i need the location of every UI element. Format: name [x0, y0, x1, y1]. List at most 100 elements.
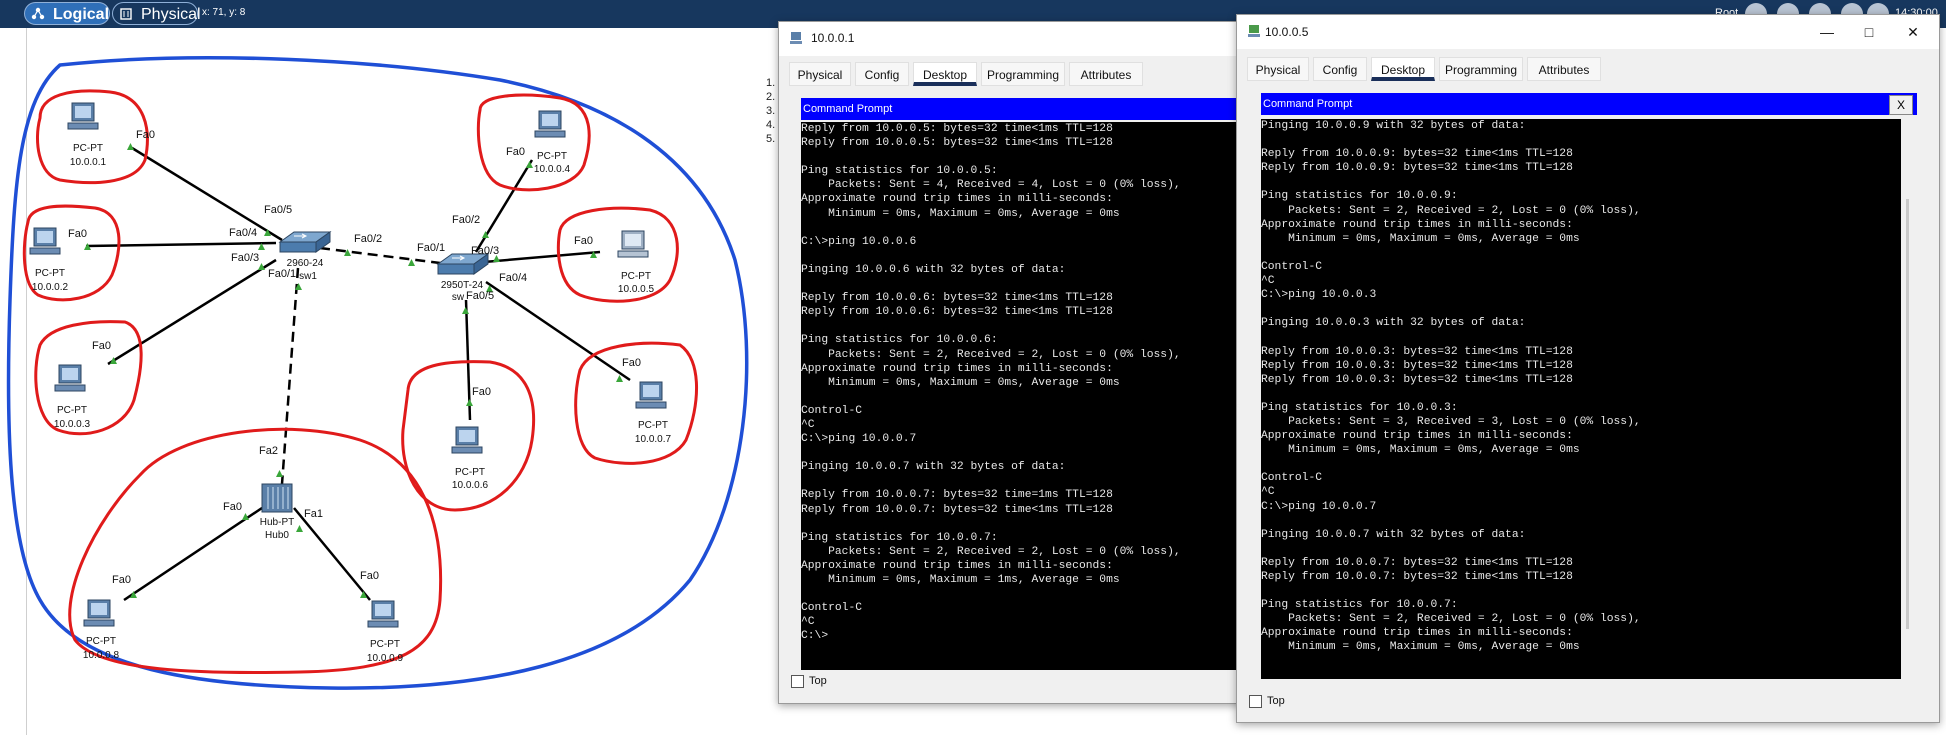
switch2-icon[interactable]	[436, 253, 490, 275]
command-prompt-title: Command Prompt	[803, 103, 893, 115]
hub-name: Hub0	[265, 530, 289, 541]
console-line: Reply from 10.0.0.5: bytes=32 time<1ms T…	[801, 137, 1113, 150]
command-prompt-header: Command Prompt	[1261, 93, 1917, 115]
pc9-type: PC-PT	[370, 639, 400, 650]
port-label: Fa0/1	[268, 268, 296, 280]
link-light	[466, 399, 473, 406]
port-label: Fa0	[360, 570, 379, 582]
port-label: Fa0	[574, 235, 593, 247]
pc-icon[interactable]	[67, 102, 99, 130]
console-output[interactable]: Reply from 10.0.0.5: bytes=32 time<1ms T…	[801, 122, 1243, 670]
tab-config[interactable]: Config	[855, 62, 909, 86]
pc2-type: PC-PT	[35, 268, 65, 279]
tab-programming[interactable]: Programming	[1439, 57, 1523, 81]
pc-icon[interactable]	[534, 110, 566, 138]
close-icon[interactable]: ✕	[1903, 23, 1923, 41]
tab-physical[interactable]: Physical	[789, 62, 851, 86]
checkbox-box[interactable]	[1249, 695, 1262, 708]
link-light	[616, 375, 623, 382]
pc1-ip: 10.0.0.1	[70, 157, 107, 168]
port-label: Fa2	[259, 445, 278, 457]
scrollbar-thumb[interactable]	[1906, 199, 1909, 629]
port-label: Fa0	[112, 574, 131, 586]
port-label: Fa0/3	[231, 252, 259, 264]
checkbox-box[interactable]	[791, 675, 804, 688]
pc-icon[interactable]	[451, 426, 483, 454]
link-light	[276, 470, 283, 477]
console-line: Reply from 10.0.0.7: bytes=32 time<1ms T…	[801, 503, 1113, 516]
tab-attributes[interactable]: Attributes	[1069, 62, 1143, 86]
pc-icon[interactable]	[367, 600, 399, 628]
maximize-icon[interactable]: □	[1859, 23, 1879, 41]
pc-icon[interactable]	[83, 599, 115, 627]
console-line: Approximate round trip times in milli-se…	[801, 193, 1113, 206]
console-output[interactable]: Pinging 10.0.0.9 with 32 bytes of data: R…	[1261, 119, 1901, 679]
console-line: Control-C	[1261, 260, 1323, 273]
highlight-hub-group	[68, 427, 443, 675]
tab-attributes[interactable]: Attributes	[1527, 57, 1601, 81]
console-line: Ping statistics for 10.0.0.7:	[1261, 599, 1458, 612]
tab-desktop[interactable]: Desktop	[1371, 57, 1435, 81]
tab-desktop[interactable]: Desktop	[913, 62, 977, 86]
pc-icon[interactable]	[635, 381, 667, 409]
pc6-type: PC-PT	[455, 467, 485, 478]
console-line: Minimum = 0ms, Maximum = 0ms, Average = …	[1261, 641, 1580, 654]
tab-config[interactable]: Config	[1313, 57, 1367, 81]
console-line: C:\>ping 10.0.0.6	[801, 235, 917, 248]
pc-icon[interactable]	[54, 364, 86, 392]
console-line: Reply from 10.0.0.6: bytes=32 time<1ms T…	[801, 292, 1113, 305]
top-checkbox[interactable]: Top	[1249, 695, 1309, 709]
console-scrollbar[interactable]	[1901, 119, 1915, 679]
console-line: Control-C	[801, 404, 863, 417]
console-line: ^C	[1261, 275, 1275, 288]
highlight-pc4	[476, 93, 591, 192]
port-label: Fa0/5	[466, 290, 494, 302]
links	[85, 146, 631, 602]
link-light	[296, 525, 303, 532]
tab-programming[interactable]: Programming	[981, 62, 1065, 86]
window-titlebar[interactable]: 10.0.0.1	[779, 22, 1243, 56]
close-command-prompt-button[interactable]: X	[1889, 95, 1913, 115]
pc1-type: PC-PT	[73, 143, 103, 154]
minimize-icon[interactable]: —	[1817, 23, 1837, 41]
port-label: Fa0/2	[452, 214, 480, 226]
top-checkbox[interactable]: Top	[791, 675, 851, 689]
port-label: Fa1	[304, 508, 323, 520]
link-pc4-sw2	[474, 159, 534, 253]
link-pc2-sw1	[85, 241, 277, 248]
pc-icon[interactable]	[29, 227, 61, 255]
console-line: Minimum = 0ms, Maximum = 1ms, Average = …	[801, 574, 1120, 586]
console-line: Reply from 10.0.0.3: bytes=32 time<1ms T…	[1261, 345, 1573, 358]
tab-physical[interactable]: Physical	[1247, 57, 1309, 81]
console-line: ^C	[1261, 486, 1275, 499]
console-line: Packets: Sent = 2, Received = 2, Lost = …	[801, 545, 1181, 558]
pc-window-10-0-0-1[interactable]: 10.0.0.1 Physical Config Desktop Program…	[778, 21, 1244, 704]
port-label: Fa0/3	[471, 245, 499, 257]
link-pc5-sw2	[483, 250, 601, 264]
port-label: Fa0/2	[354, 233, 382, 245]
hub-icon[interactable]	[261, 483, 293, 513]
console-line: Packets: Sent = 4, Received = 4, Lost = …	[801, 179, 1181, 192]
pc-icon	[1248, 25, 1260, 37]
window-titlebar[interactable]: 10.0.0.5 — □ ✕	[1237, 15, 1939, 49]
switch2-name: sw	[452, 292, 465, 303]
console-line: Minimum = 0ms, Maximum = 0ms, Average = …	[801, 207, 1120, 220]
pc-window-10-0-0-5[interactable]: 10.0.0.5 — □ ✕ Physical Config Desktop P…	[1236, 14, 1940, 723]
pc-icon[interactable]	[617, 230, 649, 258]
list-item: 1.	[766, 77, 776, 89]
port-label: Fa0/4	[499, 272, 527, 284]
port-label: Fa0	[622, 357, 641, 369]
